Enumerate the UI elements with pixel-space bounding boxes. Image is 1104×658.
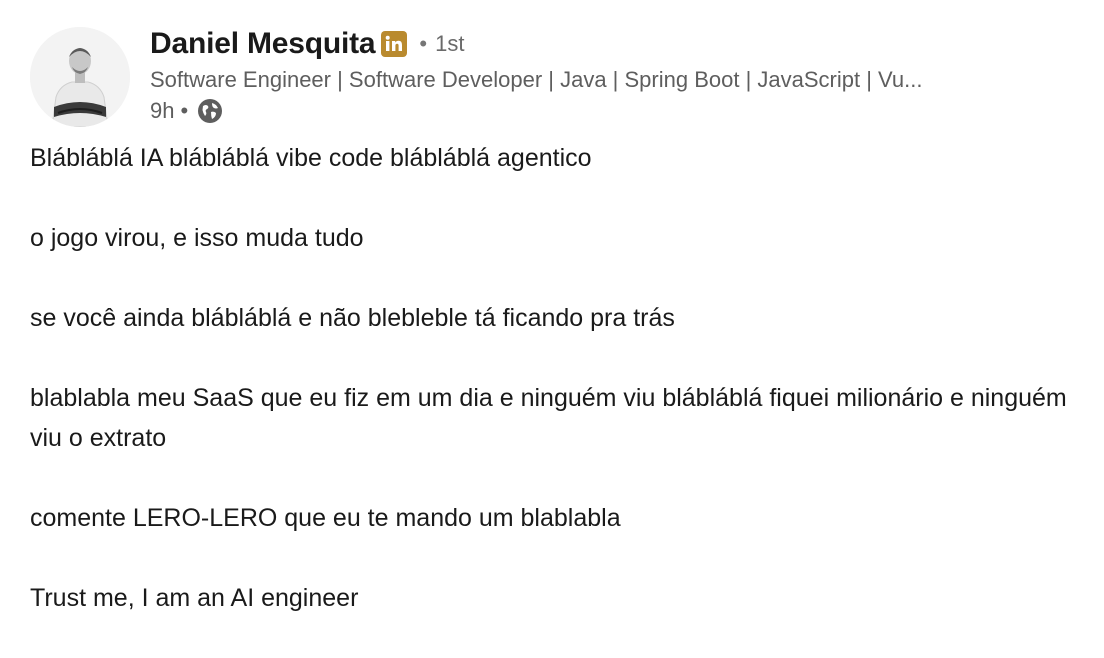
name-row: Daniel Mesquita • 1st — [150, 24, 1090, 64]
post-body: Blábláblá IA blábláblá vibe code blábláb… — [30, 138, 1080, 658]
post-time: 9h — [150, 98, 175, 123]
separator-dot: • — [419, 31, 428, 56]
linkedin-icon — [381, 31, 408, 57]
post-paragraph: o jogo virou, e isso muda tudo — [30, 224, 364, 252]
author-headline: Software Engineer | Software Developer |… — [150, 67, 923, 92]
post-paragraph: blablabla meu SaaS que eu fiz em um dia … — [30, 384, 1067, 452]
post-paragraph: se você ainda blábláblá e não blebleble … — [30, 304, 675, 332]
avatar[interactable] — [30, 27, 130, 127]
profile-photo — [30, 27, 130, 127]
post-header: Daniel Mesquita • 1st Software Engineer … — [30, 24, 1090, 134]
linkedin-post: Daniel Mesquita • 1st Software Engineer … — [0, 0, 1104, 658]
connection-degree: 1st — [435, 31, 465, 56]
post-time-row: 9h • — [150, 95, 1090, 127]
post-paragraph: comente LERO-LERO que eu te mando um bla… — [30, 504, 621, 532]
post-paragraph: Blábláblá IA blábláblá vibe code blábláb… — [30, 144, 592, 172]
globe-icon — [196, 97, 224, 125]
author-name[interactable]: Daniel Mesquita — [150, 27, 376, 61]
post-paragraph: Trust me, I am an AI engineer — [30, 584, 359, 612]
time-separator: • — [180, 98, 189, 123]
author-meta: Daniel Mesquita • 1st Software Engineer … — [150, 24, 1090, 127]
